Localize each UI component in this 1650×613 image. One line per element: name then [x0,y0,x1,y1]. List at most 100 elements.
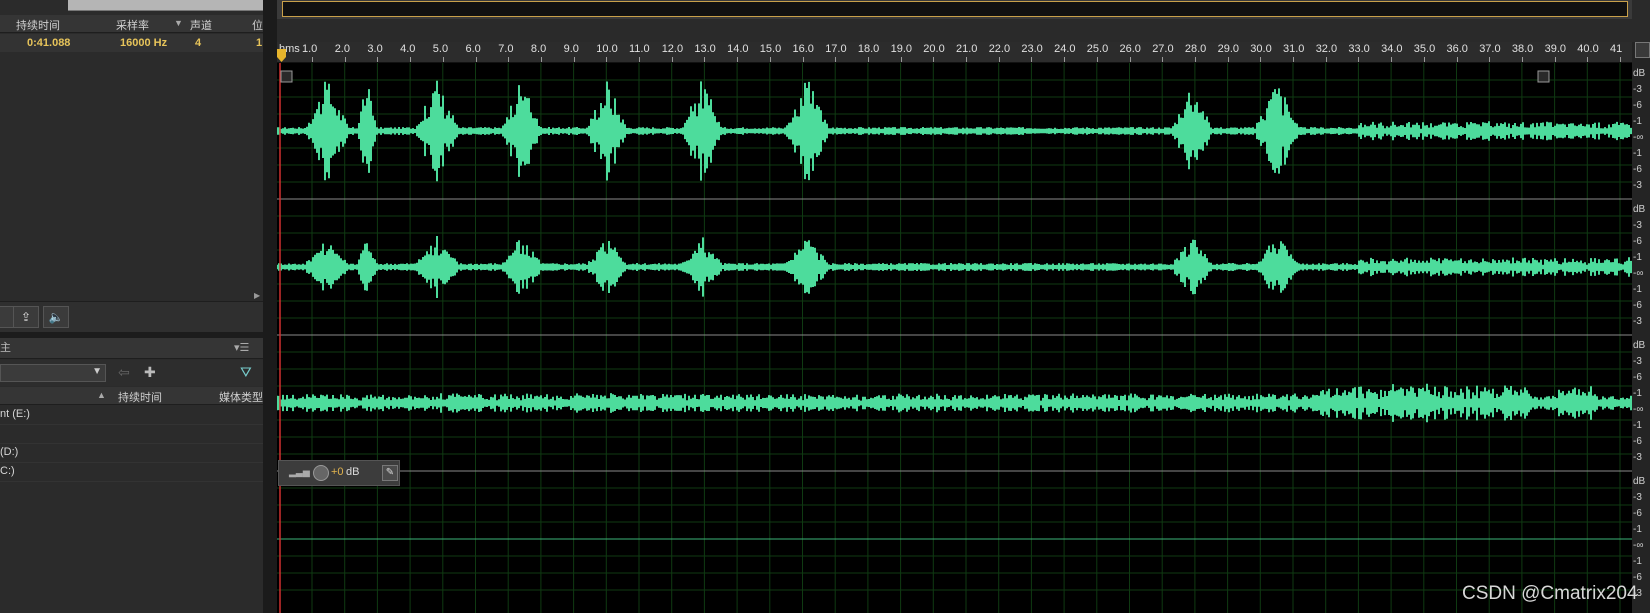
add-icon[interactable]: ✚ [144,364,156,381]
scale-label: -6 [1633,508,1642,519]
ruler-tick [1031,57,1033,62]
drive-item[interactable]: (D:) [0,444,263,463]
ruler-tick-label: 26.0 [1119,43,1141,55]
scale-label: -3 [1633,316,1642,327]
ruler-tick-label: 25.0 [1086,43,1109,55]
scroll-right-icon[interactable]: ▶ [254,291,262,300]
zoom-corner-button[interactable] [1635,42,1650,58]
drive-item-empty[interactable] [0,425,263,444]
sort-down-icon[interactable]: ▼ [174,18,183,28]
scale-label: -6 [1633,372,1642,383]
ruler-tick-label: 41 [1610,43,1623,55]
ruler-tick-label: 22.0 [988,43,1011,55]
ruler-tick-label: 33.0 [1348,43,1370,55]
ruler-tick-label: 31.0 [1283,43,1305,55]
scale-label: dB [1633,204,1646,215]
tab-media[interactable]: 主 [0,338,20,358]
export-icon[interactable]: ⇪ [13,306,39,328]
file-sample-rate: 16000 Hz [120,37,168,49]
ruler-tick-label: 37.0 [1479,43,1501,55]
scale-label: -∞ [1633,540,1644,551]
back-icon[interactable]: ⇦ [118,364,130,381]
speaker-icon[interactable]: 🔈 [43,306,69,328]
drive-item[interactable]: nt (E:) [0,406,263,425]
column-bits[interactable]: 位 [252,17,263,33]
scale-label: dB [1633,68,1646,79]
scale-label: -6 [1633,572,1642,583]
scale-label: -1 [1633,524,1642,535]
column-duration[interactable]: 持续时间 [16,17,60,33]
column-sample-rate[interactable]: 采样率 [116,17,149,33]
ruler-tick-label: 1.0 [302,43,318,55]
scale-label: -6 [1633,236,1642,247]
ruler-tick-label: 40.0 [1577,43,1599,55]
ruler-tick [769,57,771,62]
ruler-tick [835,57,837,62]
ruler-tick-label: 27.0 [1152,43,1174,55]
ruler-tick [1456,57,1458,62]
ruler-tick [933,57,935,62]
channel-waveform [277,80,1632,182]
ruler-tick [1620,57,1621,62]
amplitude-scale: dB -3 -6 -1 -∞ -1 -6 -3 dB -3 -6 -1 -∞ -1 -6 -3 dB -3 -6 -1… [1632,42,1650,613]
time-ruler[interactable]: hms 1.0 2.0 3.0 4.0 5.0 6.0 7.0 8.0 9.0 10.0 11.0 1… [277,42,1632,63]
overview-bar[interactable] [277,0,1632,19]
ruler-tick [900,57,902,62]
channel-waveform [277,538,1632,540]
waveform-svg[interactable] [277,63,1632,613]
ruler-tick-label: 7.0 [498,43,514,55]
filter-icon[interactable]: ⛛ [240,364,252,381]
column-media-type[interactable]: 媒体类型 [219,389,263,405]
ruler-tick [540,57,542,62]
signal-bars-icon: ▂▃▅ [289,467,310,477]
scale-label: -1 [1633,252,1642,263]
file-row[interactable]: 0:41.088 16000 Hz 4 1 [0,34,263,52]
scale-label: -3 [1633,452,1642,463]
file-bits: 1 [256,37,263,49]
ruler-tick-label: 20.0 [923,43,945,55]
ruler-tick [1064,57,1066,62]
location-dropdown[interactable]: ▼ [0,364,106,382]
drive-label: C:) [0,465,15,477]
ruler-tick-label: 19.0 [890,43,913,55]
pin-icon[interactable]: ✎ [382,465,398,481]
volume-knob[interactable] [313,465,329,481]
ruler-tick-label: 35.0 [1413,43,1436,55]
search-input[interactable] [68,0,264,11]
ruler-tick-label: 10.0 [596,43,618,55]
ruler-tick-label: 15.0 [759,43,782,55]
panel-splitter[interactable] [263,0,277,613]
ruler-tick [1521,57,1523,62]
ruler-tick-label: 5.0 [432,43,449,55]
ruler-tick [1587,57,1589,62]
scale-label: -6 [1633,100,1642,111]
sort-up-icon[interactable]: ▲ [97,390,106,400]
fade-handle-icon[interactable] [280,70,293,83]
fade-handle-icon[interactable] [1537,70,1550,83]
scale-label: -1 [1633,420,1642,431]
files-panel: 持续时间 采样率 ▼ 声道 位 0:41.088 16000 Hz 4 1 ▶ … [0,0,265,613]
drive-item[interactable]: C:) [0,463,263,482]
scale-label: -6 [1633,436,1642,447]
playhead-handle-icon[interactable] [277,49,286,62]
ruler-tick [377,57,379,62]
scale-label: -3 [1633,84,1642,95]
ruler-tick [802,57,804,62]
ruler-tick-label: 14.0 [727,43,749,55]
panel-menu-icon[interactable]: ▾☰ [234,341,249,354]
column-channels[interactable]: 声道 [190,17,212,33]
scale-label: -∞ [1633,132,1644,143]
scale-label: -3 [1633,220,1642,231]
waveform-display[interactable] [277,63,1632,613]
ruler-tick [1194,57,1196,62]
channel-waveform [277,236,1632,298]
column-media-duration[interactable]: 持续时间 [118,389,162,405]
ruler-tick-label: 36.0 [1446,43,1468,55]
overview-selection[interactable] [282,1,1628,17]
volume-unit: dB [346,466,360,478]
ruler-tick [867,57,869,62]
scale-label: -1 [1633,148,1642,159]
media-filter-row: ▼ ⇦ ✚ ⛛ [0,360,263,386]
volume-hud[interactable]: ▂▃▅ +0 dB ✎ [278,460,400,486]
scale-label: -3 [1633,180,1642,191]
